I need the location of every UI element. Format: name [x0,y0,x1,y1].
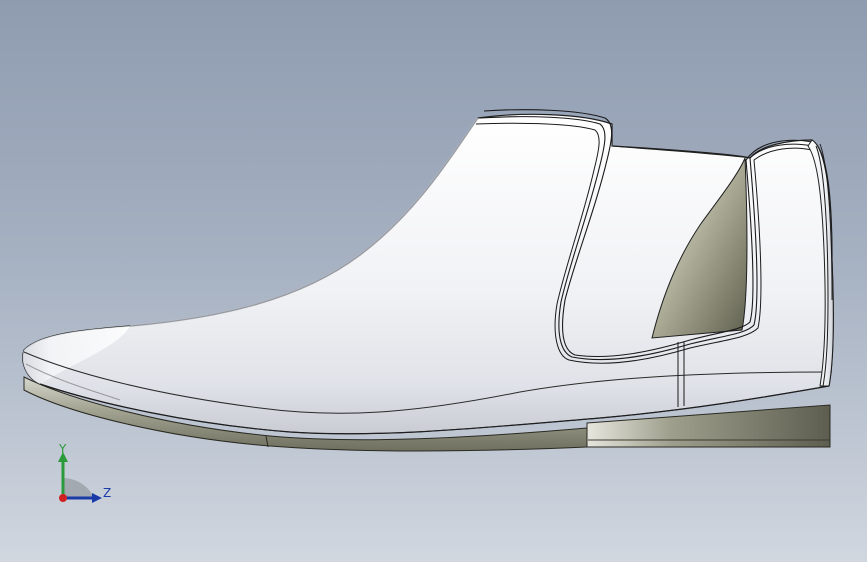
shoe-model[interactable] [0,0,867,562]
graphics-viewport[interactable]: Y Z [0,0,867,562]
triad-plane-shade [63,478,94,498]
origin-dot [59,494,67,502]
y-axis-label: Y [59,442,67,456]
z-axis-label: Z [103,486,112,500]
z-axis-arrow [92,493,102,503]
